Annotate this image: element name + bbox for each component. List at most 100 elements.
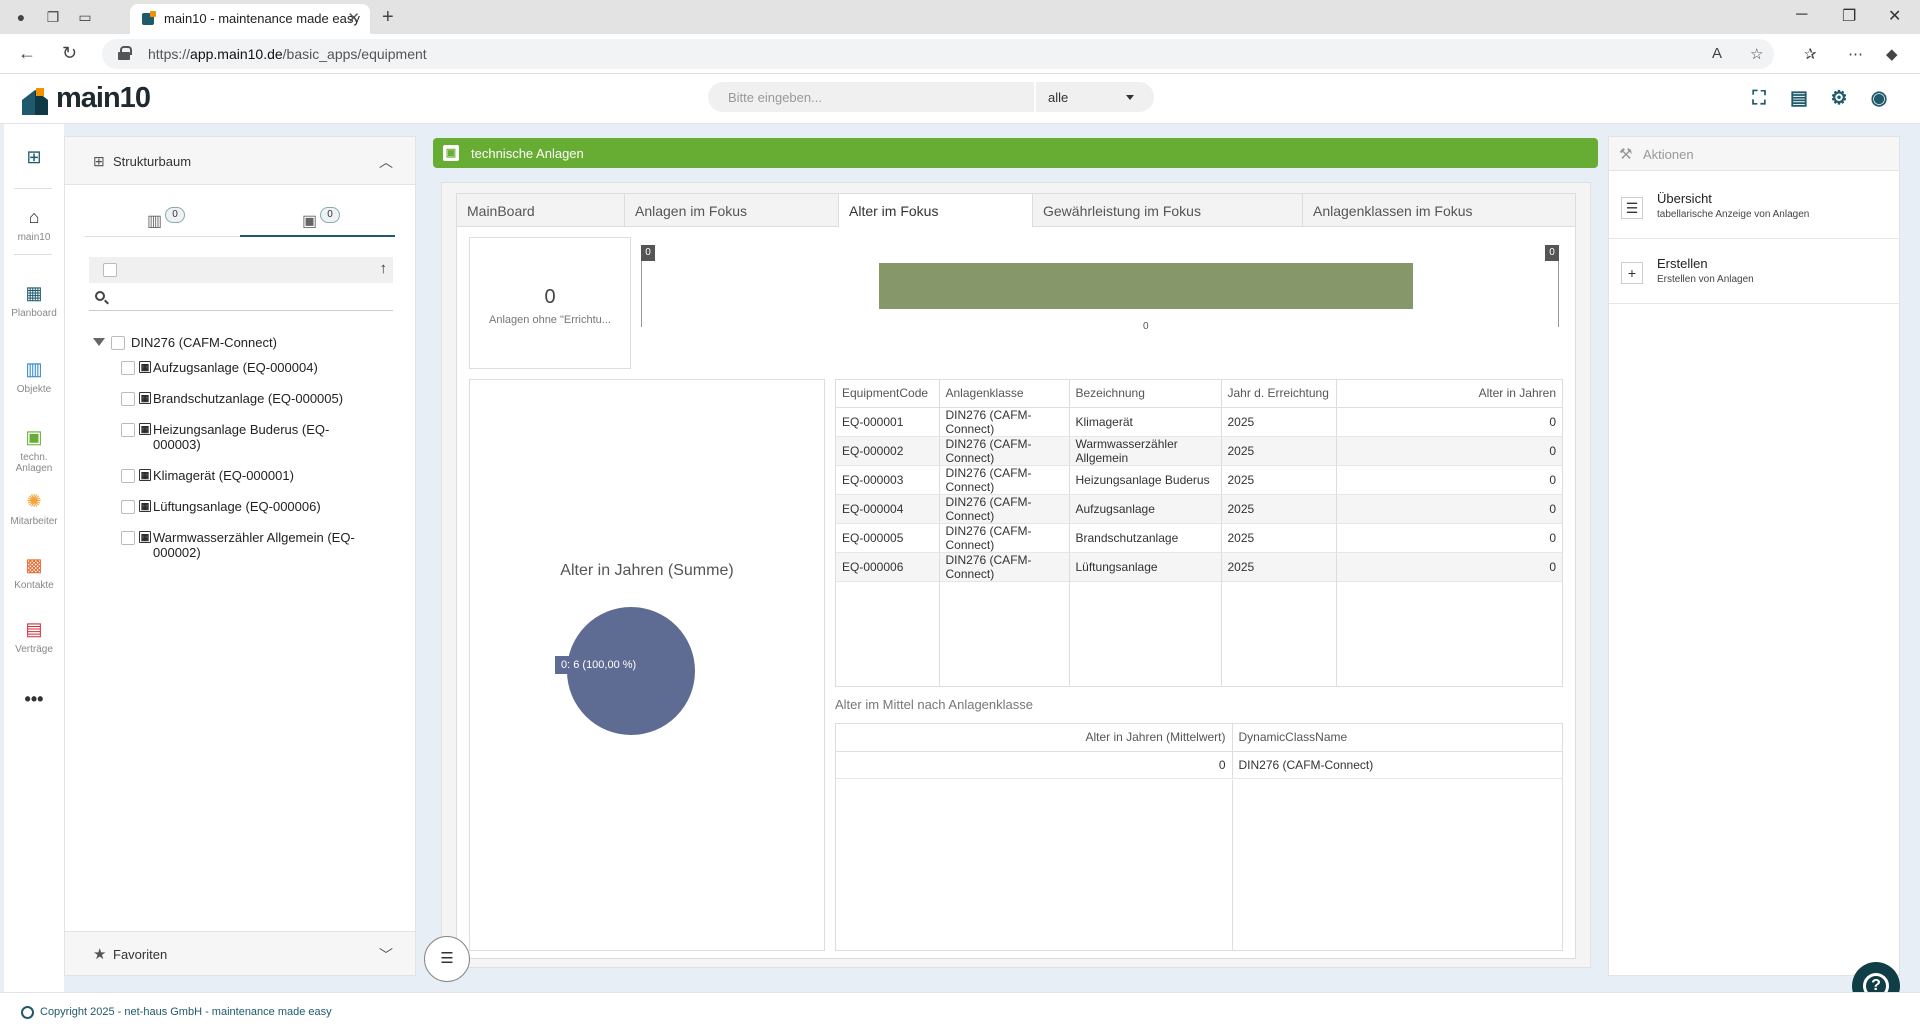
table-cell: 0	[1336, 407, 1562, 437]
column-header[interactable]: Alter in Jahren (Mittelwert)	[836, 724, 1233, 752]
list-icon: ☰	[1621, 197, 1643, 219]
document-icon[interactable]: ▤	[1788, 88, 1810, 110]
grid-column-line	[1221, 570, 1222, 686]
chevron-up-icon[interactable]: ︿	[379, 152, 393, 172]
column-header[interactable]: EquipmentCode	[836, 380, 940, 408]
rail-item-mitarbeiter[interactable]: ✺ Mitarbeiter	[4, 490, 64, 527]
profile-icon[interactable]: ●	[12, 8, 30, 26]
column-header[interactable]: DynamicClassName	[1232, 724, 1562, 752]
node-checkbox[interactable]	[111, 336, 125, 350]
tree-tab-buildings[interactable]: ▥ 0	[85, 201, 240, 237]
table-row[interactable]: EQ-000001 DIN276 (CAFM-Connect) Klimagerät…	[836, 407, 1562, 437]
rail-item-vertraege[interactable]: ▤ Verträge	[4, 618, 64, 655]
tree-node[interactable]: ▦ Warmwasserzähler Allgemein (EQ- 000002…	[121, 530, 391, 562]
search-scope-select[interactable]: alle	[1036, 82, 1154, 112]
expand-icon[interactable]	[93, 338, 105, 346]
node-checkbox[interactable]	[121, 423, 135, 437]
restore-icon[interactable]: ❐	[1842, 6, 1856, 26]
tree-node[interactable]: ▦ Klimagerät (EQ-000001)	[121, 468, 391, 484]
actions-panel: ⚒ Aktionen ☰ Übersicht tabellarische Anz…	[1608, 136, 1900, 976]
tree-node-root[interactable]: DIN276 (CAFM-Connect)	[93, 335, 383, 351]
close-window-icon[interactable]: ✕	[1888, 6, 1901, 26]
actions-header: ⚒ Aktionen	[1609, 137, 1899, 171]
reload-icon[interactable]: ↻	[62, 44, 77, 62]
tab-anlagen-im-fokus[interactable]: Anlagen im Fokus	[625, 194, 839, 227]
employees-icon: ✺	[26, 491, 42, 511]
favorite-star-icon[interactable]: ☆	[1750, 45, 1763, 63]
column-header[interactable]: Bezeichnung	[1069, 380, 1222, 408]
table-cell: Klimagerät	[1069, 407, 1222, 437]
tree-node[interactable]: ▦ Aufzugsanlage (EQ-000004)	[121, 360, 391, 376]
bar-chart: 0 0 0	[641, 237, 1561, 367]
tree-header[interactable]: ⊞ Strukturbaum ︿	[65, 137, 415, 185]
rail-item-main10[interactable]: ⌂ main10	[4, 206, 64, 243]
table-row[interactable]: EQ-000005 DIN276 (CAFM-Connect) Brandschut…	[836, 523, 1562, 553]
rail-item-kontakte[interactable]: ▩ Kontakte	[4, 554, 64, 591]
table-row[interactable]: EQ-000004 DIN276 (CAFM-Connect) Aufzugsanl…	[836, 494, 1562, 524]
tab-actions-icon[interactable]: ▭	[76, 8, 94, 26]
column-header[interactable]: Alter in Jahren	[1336, 380, 1562, 408]
close-tab-icon[interactable]: ✕	[347, 9, 360, 27]
table-cell: Brandschutzanlage	[1069, 523, 1222, 553]
node-checkbox[interactable]	[121, 361, 135, 375]
grid-column-line	[1232, 780, 1233, 950]
pie-slice-label: 0: 6 (100,00 %)	[555, 656, 643, 674]
main10-logo[interactable]: main10	[18, 82, 178, 116]
read-aloud-icon[interactable]: A	[1712, 45, 1722, 62]
rail-more[interactable]: •••	[4, 688, 64, 710]
rail-item-objekte[interactable]: ▥ Objekte	[4, 358, 64, 395]
chart-bar[interactable]	[879, 263, 1413, 309]
favorites-header[interactable]: ★ Favoriten ﹀	[65, 931, 415, 975]
tree-node[interactable]: ▦ Brandschutzanlage (EQ-000005)	[121, 391, 391, 407]
action-erstellen[interactable]: + Erstellen Erstellen von Anlagen	[1609, 240, 1899, 304]
rail-structure[interactable]: ⊞	[4, 146, 64, 168]
column-header[interactable]: Jahr d. Erreichtung	[1221, 380, 1337, 408]
lock-icon	[118, 46, 132, 60]
widget-menu-button[interactable]: ☰	[424, 936, 470, 982]
copilot-icon[interactable]: ◆	[1886, 45, 1898, 63]
table-cell: 2025	[1221, 407, 1337, 437]
tab-anlagenklassen-im-fokus[interactable]: Anlagenklassen im Fokus	[1303, 194, 1575, 227]
favorites-icon[interactable]: ✰	[1804, 45, 1817, 63]
node-checkbox[interactable]	[121, 469, 135, 483]
footer: Copyright 2025 - net-haus GmbH - mainten…	[0, 992, 1920, 1032]
table-row[interactable]: EQ-000002 DIN276 (CAFM-Connect) Warmwasser…	[836, 436, 1562, 466]
kpi-tile[interactable]: 0 Anlagen ohne "Errichtu...	[469, 237, 631, 369]
tab-alter-im-fokus[interactable]: Alter im Fokus	[839, 194, 1033, 228]
node-checkbox[interactable]	[121, 392, 135, 406]
sort-icon[interactable]: ↑	[380, 260, 388, 277]
back-icon[interactable]: ←	[18, 44, 36, 62]
tree-filter[interactable]	[89, 287, 393, 311]
action-uebersicht[interactable]: ☰ Übersicht tabellarische Anzeige von An…	[1609, 175, 1899, 239]
rail-item-planboard[interactable]: ▦ Planboard	[4, 282, 64, 319]
search-field[interactable]	[708, 82, 1034, 112]
scan-icon[interactable]: ⛶	[1748, 88, 1770, 110]
minimize-icon[interactable]: ─	[1796, 6, 1807, 24]
star-icon: ★	[93, 946, 107, 963]
select-all-checkbox[interactable]	[103, 263, 117, 277]
new-tab-icon[interactable]: +	[382, 6, 394, 29]
logo-house-icon	[22, 88, 48, 115]
search-input[interactable]	[708, 82, 1034, 112]
url-field[interactable]: https://app.main10.de/basic_apps/equipme…	[102, 39, 1774, 69]
browser-tab-active[interactable]: main10 - maintenance made easy ✕	[130, 4, 370, 34]
node-checkbox[interactable]	[121, 531, 135, 545]
workspaces-icon[interactable]: ❐	[44, 8, 62, 26]
chevron-down-icon[interactable]: ﹀	[379, 945, 393, 965]
column-header[interactable]: Anlagenklasse	[939, 380, 1070, 408]
tree-tabs: ▥ 0 ▣ 0	[85, 201, 395, 237]
node-checkbox[interactable]	[121, 500, 135, 514]
more-icon[interactable]: ⋯	[1848, 45, 1863, 63]
tab-gewaehrleistung-im-fokus[interactable]: Gewährleistung im Fokus	[1033, 194, 1303, 227]
rail-item-anlagen[interactable]: ▣ techn. Anlagen	[4, 426, 64, 474]
tree-tab-equipment[interactable]: ▣ 0	[240, 201, 395, 237]
tree-node[interactable]: ▦ Heizungsanlage Buderus (EQ- 000003)	[121, 422, 391, 454]
table-row[interactable]: EQ-000003 DIN276 (CAFM-Connect) Heizungsan…	[836, 465, 1562, 495]
user-account-icon[interactable]: ◉	[1868, 88, 1890, 110]
table-cell: EQ-000001	[836, 407, 940, 437]
grid-column-line	[939, 570, 940, 686]
tree-node[interactable]: ▦ Lüftungsanlage (EQ-000006)	[121, 499, 391, 515]
table-row[interactable]: 0 DIN276 (CAFM-Connect)	[836, 751, 1562, 779]
tab-mainboard[interactable]: MainBoard	[457, 194, 625, 227]
gear-icon[interactable]: ⚙	[1828, 88, 1850, 110]
